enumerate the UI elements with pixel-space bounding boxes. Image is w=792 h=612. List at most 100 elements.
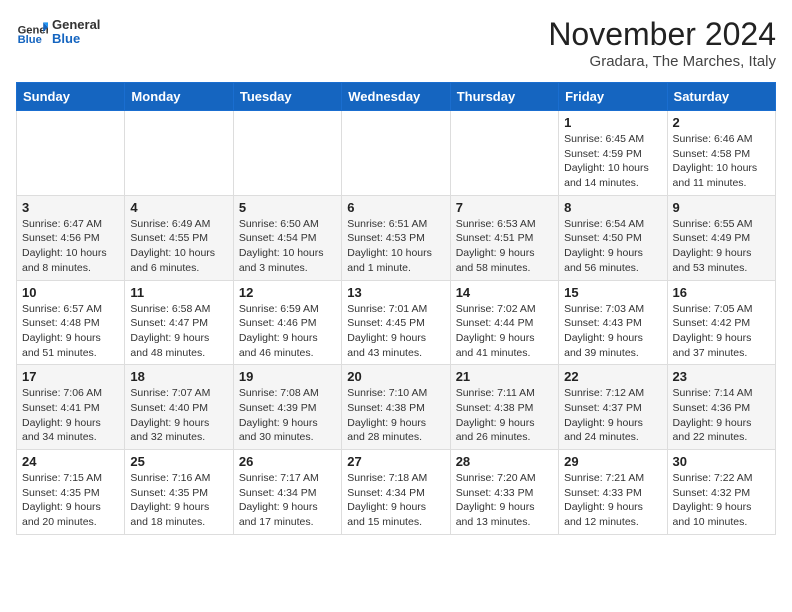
calendar-day-cell: 25 Sunrise: 7:16 AMSunset: 4:35 PMDayligh… <box>125 450 233 535</box>
day-number: 2 <box>673 115 770 130</box>
calendar-day-cell: 29 Sunrise: 7:21 AMSunset: 4:33 PMDayligh… <box>559 450 667 535</box>
day-number: 11 <box>130 285 227 300</box>
day-info: Sunrise: 6:59 AMSunset: 4:46 PMDaylight:… <box>239 302 336 361</box>
calendar-week-row: 24Sunrise: 7:15 AMSunset: 4:35 PMDayligh… <box>17 450 776 535</box>
day-info: Sunrise: 7:03 AMSunset: 4:43 PMDaylight:… <box>564 302 661 361</box>
calendar-day-cell <box>233 111 341 196</box>
calendar-day-cell: 12 Sunrise: 6:59 AMSunset: 4:46 PMDayligh… <box>233 280 341 365</box>
day-of-week-header: Sunday <box>17 83 125 111</box>
calendar-day-cell: 15 Sunrise: 7:03 AMSunset: 4:43 PMDayligh… <box>559 280 667 365</box>
calendar-day-cell: 8 Sunrise: 6:54 AMSunset: 4:50 PMDaylight… <box>559 195 667 280</box>
calendar-day-cell: 2 Sunrise: 6:46 AMSunset: 4:58 PMDaylight… <box>667 111 775 196</box>
day-number: 7 <box>456 200 553 215</box>
calendar-header-row: SundayMondayTuesdayWednesdayThursdayFrid… <box>17 83 776 111</box>
title-section: November 2024 Gradara, The Marches, Ital… <box>548 16 776 70</box>
calendar-day-cell: 7 Sunrise: 6:53 AMSunset: 4:51 PMDaylight… <box>450 195 558 280</box>
calendar-day-cell: 20Sunrise: 7:10 AMSunset: 4:38 PMDayligh… <box>342 365 450 450</box>
day-info: Sunrise: 6:49 AMSunset: 4:55 PMDaylight:… <box>130 217 227 276</box>
day-number: 14 <box>456 285 553 300</box>
calendar-week-row: 10 Sunrise: 6:57 AMSunset: 4:48 PMDayligh… <box>17 280 776 365</box>
calendar-day-cell: 27 Sunrise: 7:18 AMSunset: 4:34 PMDayligh… <box>342 450 450 535</box>
day-of-week-header: Monday <box>125 83 233 111</box>
day-info: Sunrise: 7:08 AMSunset: 4:39 PMDaylight:… <box>239 386 336 445</box>
day-number: 12 <box>239 285 336 300</box>
day-of-week-header: Friday <box>559 83 667 111</box>
day-info: Sunrise: 7:14 AMSunset: 4:36 PMDaylight:… <box>673 386 770 445</box>
calendar-day-cell: 24Sunrise: 7:15 AMSunset: 4:35 PMDayligh… <box>17 450 125 535</box>
calendar-day-cell: 11Sunrise: 6:58 AMSunset: 4:47 PMDayligh… <box>125 280 233 365</box>
calendar-day-cell <box>125 111 233 196</box>
calendar-day-cell <box>450 111 558 196</box>
day-info: Sunrise: 7:06 AMSunset: 4:41 PMDaylight:… <box>22 386 119 445</box>
location: Gradara, The Marches, Italy <box>548 53 776 70</box>
day-number: 8 <box>564 200 661 215</box>
day-number: 19 <box>239 369 336 384</box>
day-number: 1 <box>564 115 661 130</box>
day-info: Sunrise: 6:54 AMSunset: 4:50 PMDaylight:… <box>564 217 661 276</box>
day-of-week-header: Tuesday <box>233 83 341 111</box>
day-number: 22 <box>564 369 661 384</box>
calendar-day-cell: 18Sunrise: 7:07 AMSunset: 4:40 PMDayligh… <box>125 365 233 450</box>
day-number: 20 <box>347 369 444 384</box>
day-info: Sunrise: 7:12 AMSunset: 4:37 PMDaylight:… <box>564 386 661 445</box>
logo-icon: General Blue <box>16 16 48 48</box>
day-info: Sunrise: 7:05 AMSunset: 4:42 PMDaylight:… <box>673 302 770 361</box>
day-info: Sunrise: 7:15 AMSunset: 4:35 PMDaylight:… <box>22 471 119 530</box>
day-info: Sunrise: 6:57 AMSunset: 4:48 PMDaylight:… <box>22 302 119 361</box>
day-info: Sunrise: 6:53 AMSunset: 4:51 PMDaylight:… <box>456 217 553 276</box>
day-number: 30 <box>673 454 770 469</box>
calendar-day-cell: 28Sunrise: 7:20 AMSunset: 4:33 PMDayligh… <box>450 450 558 535</box>
day-info: Sunrise: 7:17 AMSunset: 4:34 PMDaylight:… <box>239 471 336 530</box>
day-info: Sunrise: 6:55 AMSunset: 4:49 PMDaylight:… <box>673 217 770 276</box>
calendar-table: SundayMondayTuesdayWednesdayThursdayFrid… <box>16 82 776 535</box>
day-of-week-header: Wednesday <box>342 83 450 111</box>
page-header: General Blue General Blue November 2024 … <box>16 16 776 70</box>
calendar-week-row: 1 Sunrise: 6:45 AMSunset: 4:59 PMDaylight… <box>17 111 776 196</box>
logo-text: General Blue <box>52 18 100 47</box>
day-number: 3 <box>22 200 119 215</box>
calendar-day-cell: 16 Sunrise: 7:05 AMSunset: 4:42 PMDayligh… <box>667 280 775 365</box>
calendar-week-row: 17 Sunrise: 7:06 AMSunset: 4:41 PMDayligh… <box>17 365 776 450</box>
calendar-day-cell <box>342 111 450 196</box>
calendar-day-cell: 10 Sunrise: 6:57 AMSunset: 4:48 PMDayligh… <box>17 280 125 365</box>
day-number: 27 <box>347 454 444 469</box>
day-number: 23 <box>673 369 770 384</box>
day-number: 6 <box>347 200 444 215</box>
calendar-day-cell: 1 Sunrise: 6:45 AMSunset: 4:59 PMDaylight… <box>559 111 667 196</box>
calendar-day-cell: 23 Sunrise: 7:14 AMSunset: 4:36 PMDayligh… <box>667 365 775 450</box>
calendar-day-cell: 9 Sunrise: 6:55 AMSunset: 4:49 PMDaylight… <box>667 195 775 280</box>
calendar-day-cell: 5 Sunrise: 6:50 AMSunset: 4:54 PMDaylight… <box>233 195 341 280</box>
day-number: 9 <box>673 200 770 215</box>
day-number: 13 <box>347 285 444 300</box>
calendar-day-cell: 19 Sunrise: 7:08 AMSunset: 4:39 PMDayligh… <box>233 365 341 450</box>
calendar-day-cell: 6 Sunrise: 6:51 AMSunset: 4:53 PMDaylight… <box>342 195 450 280</box>
day-number: 21 <box>456 369 553 384</box>
day-number: 16 <box>673 285 770 300</box>
day-number: 29 <box>564 454 661 469</box>
day-number: 5 <box>239 200 336 215</box>
day-info: Sunrise: 7:18 AMSunset: 4:34 PMDaylight:… <box>347 471 444 530</box>
day-info: Sunrise: 7:21 AMSunset: 4:33 PMDaylight:… <box>564 471 661 530</box>
calendar-day-cell: 17 Sunrise: 7:06 AMSunset: 4:41 PMDayligh… <box>17 365 125 450</box>
day-info: Sunrise: 6:50 AMSunset: 4:54 PMDaylight:… <box>239 217 336 276</box>
day-info: Sunrise: 7:07 AMSunset: 4:40 PMDaylight:… <box>130 386 227 445</box>
calendar-day-cell: 30 Sunrise: 7:22 AMSunset: 4:32 PMDayligh… <box>667 450 775 535</box>
day-number: 17 <box>22 369 119 384</box>
day-info: Sunrise: 6:45 AMSunset: 4:59 PMDaylight:… <box>564 132 661 191</box>
day-info: Sunrise: 7:16 AMSunset: 4:35 PMDaylight:… <box>130 471 227 530</box>
day-number: 10 <box>22 285 119 300</box>
day-number: 4 <box>130 200 227 215</box>
day-info: Sunrise: 7:02 AMSunset: 4:44 PMDaylight:… <box>456 302 553 361</box>
day-info: Sunrise: 6:51 AMSunset: 4:53 PMDaylight:… <box>347 217 444 276</box>
calendar-day-cell: 13Sunrise: 7:01 AMSunset: 4:45 PMDayligh… <box>342 280 450 365</box>
day-info: Sunrise: 7:22 AMSunset: 4:32 PMDaylight:… <box>673 471 770 530</box>
calendar-day-cell <box>17 111 125 196</box>
day-of-week-header: Thursday <box>450 83 558 111</box>
calendar-day-cell: 26 Sunrise: 7:17 AMSunset: 4:34 PMDayligh… <box>233 450 341 535</box>
day-number: 26 <box>239 454 336 469</box>
day-info: Sunrise: 6:46 AMSunset: 4:58 PMDaylight:… <box>673 132 770 191</box>
calendar-day-cell: 21Sunrise: 7:11 AMSunset: 4:38 PMDayligh… <box>450 365 558 450</box>
day-number: 25 <box>130 454 227 469</box>
calendar-week-row: 3Sunrise: 6:47 AMSunset: 4:56 PMDaylight… <box>17 195 776 280</box>
day-number: 15 <box>564 285 661 300</box>
